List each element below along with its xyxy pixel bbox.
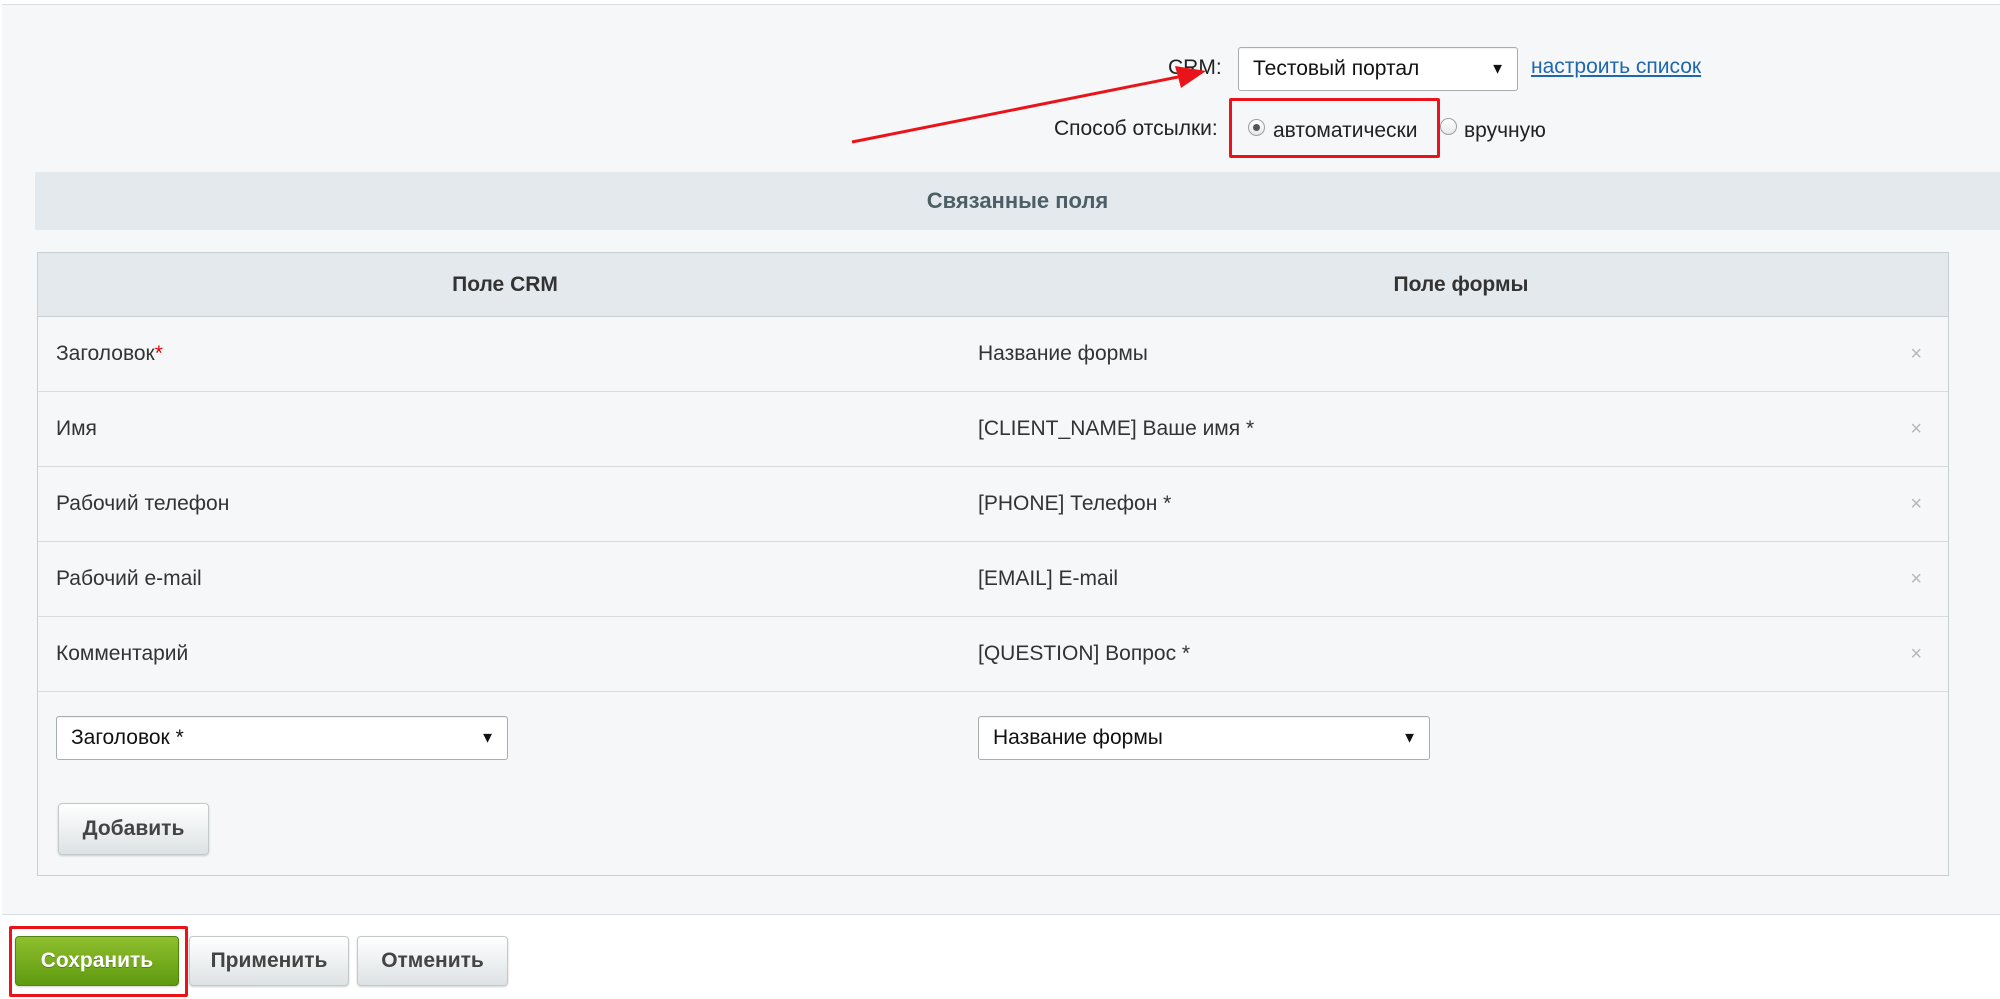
annotation-arrow-icon <box>851 66 1206 144</box>
